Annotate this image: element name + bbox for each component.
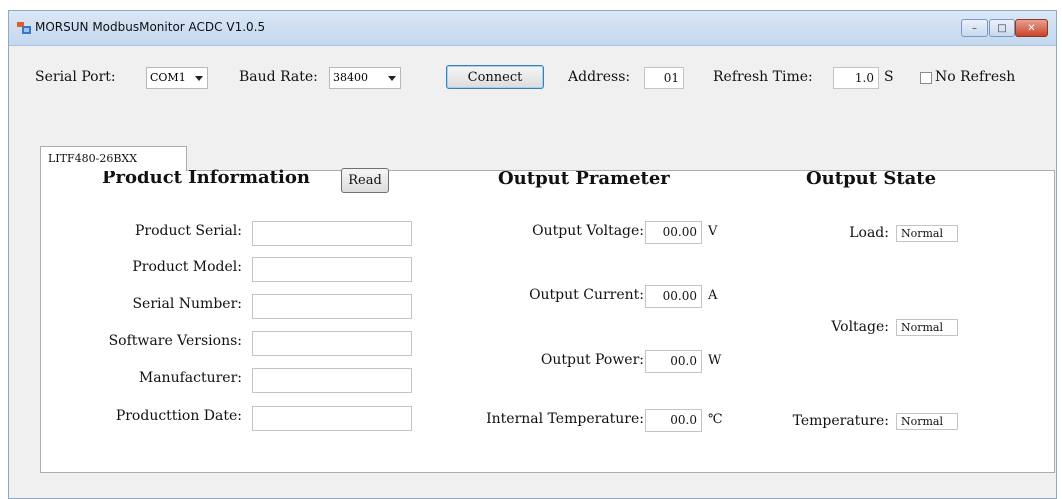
voltage-state-text: Normal: [901, 321, 944, 334]
production-date-label: Producttion Date:: [115, 408, 242, 424]
minimize-icon: –: [972, 22, 977, 34]
serial-port-value: COM1: [150, 71, 186, 84]
production-date-input[interactable]: [252, 406, 412, 431]
address-input[interactable]: 01: [644, 67, 684, 89]
output-power-label: Output Power:: [540, 352, 644, 368]
serial-port-select[interactable]: COM1: [146, 67, 208, 89]
app-icon: [17, 22, 31, 34]
maximize-button[interactable]: □: [989, 19, 1015, 37]
output-current-value: 00.00: [662, 289, 697, 303]
title-bar[interactable]: MORSUN ModbusMonitor ACDC V1.0.5 – □ ✕: [9, 11, 1056, 46]
chevron-down-icon: [388, 76, 396, 81]
serial-number-label: Serial Number:: [132, 296, 242, 312]
address-value: 01: [663, 71, 679, 85]
connect-label: Connect: [467, 69, 523, 85]
product-serial-label: Product Serial:: [134, 223, 242, 239]
connect-button[interactable]: Connect: [446, 65, 544, 89]
minimize-button[interactable]: –: [961, 19, 988, 37]
product-model-label: Product Model:: [132, 259, 242, 275]
product-info-heading: Product Information: [102, 167, 310, 188]
baud-rate-select[interactable]: 38400: [329, 67, 401, 89]
refresh-unit: S: [884, 69, 894, 85]
output-current-unit: A: [708, 288, 718, 303]
load-state-label: Load:: [849, 225, 889, 241]
software-versions-input[interactable]: [252, 331, 412, 356]
temperature-state-label: Temperature:: [792, 413, 889, 429]
software-versions-label: Software Versions:: [108, 333, 242, 349]
tab-device-label: LITF480-26BXX: [48, 152, 138, 165]
manufacturer-label: Manufacturer:: [138, 370, 242, 386]
read-label: Read: [348, 173, 382, 188]
output-current-input: 00.00: [645, 285, 702, 308]
serial-port-label: Serial Port:: [35, 69, 116, 85]
voltage-state-label: Voltage:: [831, 319, 889, 335]
window-title: MORSUN ModbusMonitor ACDC V1.0.5: [35, 20, 266, 34]
chevron-down-icon: [195, 76, 203, 81]
output-power-input: 00.0: [645, 350, 702, 373]
maximize-icon: □: [997, 22, 1007, 34]
output-state-heading: Output State: [806, 168, 937, 189]
refresh-time-input[interactable]: 1.0: [833, 67, 879, 89]
address-label: Address:: [568, 69, 631, 85]
load-state-value: Normal: [896, 225, 958, 242]
app-window: MORSUN ModbusMonitor ACDC V1.0.5 – □ ✕ S…: [8, 10, 1057, 499]
refresh-time-value: 1.0: [854, 71, 874, 85]
product-model-input[interactable]: [252, 257, 412, 282]
internal-temperature-unit: ℃: [708, 412, 723, 427]
baud-rate-label: Baud Rate:: [239, 69, 318, 85]
output-voltage-label: Output Voltage:: [532, 223, 644, 239]
read-button[interactable]: Read: [341, 168, 389, 193]
tab-device[interactable]: LITF480-26BXX: [40, 146, 187, 171]
output-current-label: Output Current:: [529, 287, 644, 303]
temperature-state-value: Normal: [896, 413, 958, 430]
temperature-state-text: Normal: [901, 415, 944, 428]
manufacturer-input[interactable]: [252, 368, 412, 393]
close-icon: ✕: [1027, 22, 1036, 34]
baud-rate-value: 38400: [333, 71, 368, 84]
internal-temperature-label: Internal Temperature:: [486, 411, 644, 427]
output-voltage-input: 00.00: [645, 221, 702, 244]
load-state-text: Normal: [901, 227, 944, 240]
output-voltage-value: 00.00: [662, 225, 697, 239]
refresh-time-label: Refresh Time:: [713, 69, 813, 85]
output-power-unit: W: [708, 353, 722, 368]
output-voltage-unit: V: [708, 224, 718, 239]
device-panel: Product Information Read Product Serial:…: [40, 167, 1055, 473]
internal-temperature-input: 00.0: [645, 409, 702, 432]
output-parameter-heading: Output Prameter: [498, 168, 670, 189]
no-refresh-checkbox[interactable]: [920, 72, 932, 84]
voltage-state-value: Normal: [896, 319, 958, 336]
internal-temperature-value: 00.0: [670, 413, 697, 427]
product-serial-input[interactable]: [252, 221, 412, 246]
serial-number-input[interactable]: [252, 294, 412, 319]
close-button[interactable]: ✕: [1015, 19, 1048, 37]
no-refresh-label[interactable]: No Refresh: [935, 69, 1015, 85]
output-power-value: 00.0: [670, 354, 697, 368]
